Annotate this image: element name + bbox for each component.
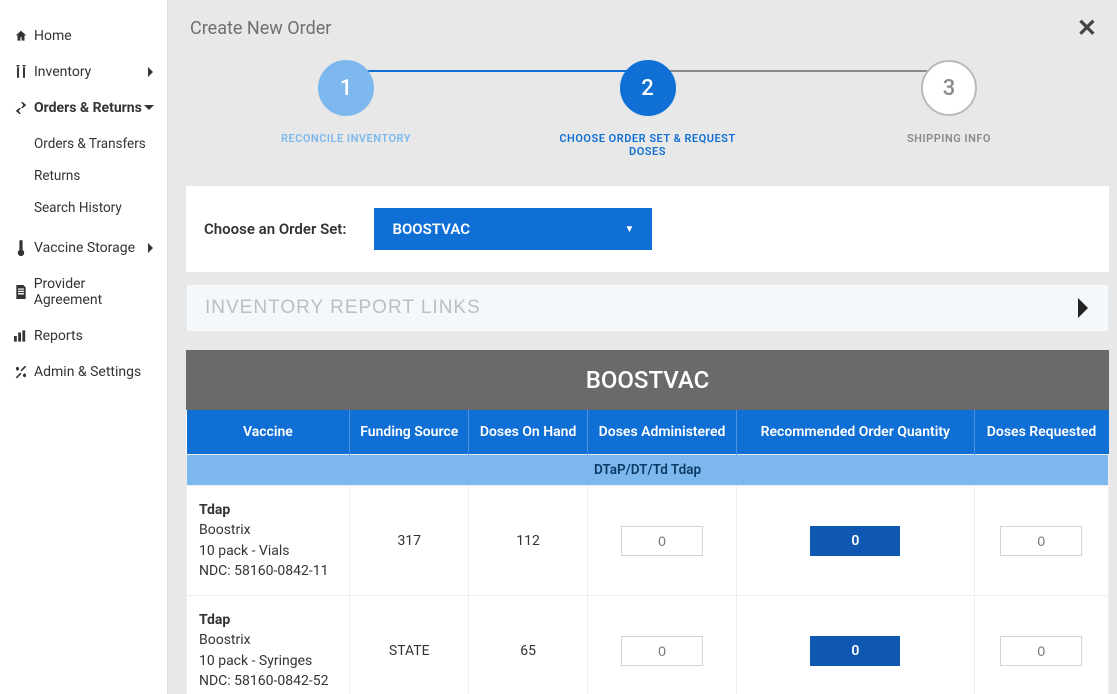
sidebar-item-admin-settings[interactable]: Admin & Settings — [0, 354, 167, 390]
step-circle: 1 — [318, 60, 374, 116]
doses-on-hand: 65 — [469, 596, 588, 694]
col-recommended-qty: Recommended Order Quantity — [737, 410, 975, 455]
recommended-qty-cell: 0 — [737, 486, 975, 596]
vial-icon — [12, 65, 30, 79]
table-title: BOOSTVAC — [186, 350, 1109, 410]
chart-icon — [12, 330, 30, 342]
col-doses-administered: Doses Administered — [587, 410, 736, 455]
vaccine-cell: Tdap Boostrix 10 pack - Syringes NDC: 58… — [187, 596, 350, 694]
sidebar-item-label: Orders & Returns — [34, 100, 142, 116]
chevron-right-icon — [1076, 298, 1090, 318]
step-circle: 2 — [620, 60, 676, 116]
sidebar-sub-label: Returns — [34, 168, 80, 184]
vaccine-ndc: NDC: 58160-0842-52 — [199, 671, 339, 691]
chevron-down-icon — [143, 104, 155, 112]
document-icon — [12, 285, 30, 299]
order-set-dropdown[interactable]: BOOSTVAC ▼ — [374, 208, 652, 250]
doses-administered — [587, 486, 736, 596]
step-reconcile-inventory[interactable]: 1 RECONCILE INVENTORY — [246, 60, 446, 145]
col-doses-requested: Doses Requested — [974, 410, 1108, 455]
sidebar-item-label: Admin & Settings — [34, 364, 141, 380]
sidebar-item-reports[interactable]: Reports — [0, 318, 167, 354]
doses-requested-input[interactable] — [1000, 526, 1082, 556]
sidebar-item-vaccine-storage[interactable]: Vaccine Storage — [0, 230, 167, 266]
chevron-right-icon — [147, 242, 155, 254]
table-group-row: DTaP/DT/Td Tdap — [187, 455, 1109, 486]
sidebar-item-home[interactable]: Home — [0, 18, 167, 54]
doses-administered-input[interactable] — [621, 526, 703, 556]
stepper: 1 RECONCILE INVENTORY 2 CHOOSE ORDER SET… — [186, 42, 1109, 186]
main-content: Create New Order ✕ 1 RECONCILE INVENTORY… — [168, 0, 1117, 694]
table-header-row: Vaccine Funding Source Doses On Hand Dos… — [187, 410, 1109, 455]
vaccine-brand: Boostrix — [199, 520, 339, 540]
recommended-qty-badge[interactable]: 0 — [810, 526, 900, 556]
sidebar-item-inventory[interactable]: Inventory — [0, 54, 167, 90]
accordion-title: INVENTORY REPORT LINKS — [205, 297, 481, 319]
dropdown-selected: BOOSTVAC — [392, 220, 470, 238]
step-choose-order-set[interactable]: 2 CHOOSE ORDER SET & REQUEST DOSES — [548, 60, 748, 158]
vaccine-brand: Boostrix — [199, 630, 339, 650]
sidebar-item-label: Provider Agreement — [34, 276, 155, 308]
table-row: Tdap Boostrix 10 pack - Syringes NDC: 58… — [187, 596, 1109, 694]
inventory-report-links-accordion[interactable]: INVENTORY REPORT LINKS — [186, 284, 1109, 332]
sidebar-subnav-orders: Orders & Transfers Returns Search Histor… — [0, 126, 167, 230]
vaccine-pack: 10 pack - Vials — [199, 541, 339, 561]
vaccine-name: Tdap — [199, 610, 339, 630]
doses-requested-input[interactable] — [1000, 636, 1082, 666]
order-set-label: Choose an Order Set: — [204, 220, 346, 238]
sidebar-sub-label: Search History — [34, 200, 122, 216]
step-label: CHOOSE ORDER SET & REQUEST DOSES — [548, 132, 748, 158]
transfer-icon — [12, 102, 30, 114]
doses-administered-input[interactable] — [621, 636, 703, 666]
recommended-qty-cell: 0 — [737, 596, 975, 694]
caret-down-icon: ▼ — [625, 224, 635, 235]
page-title: Create New Order — [190, 18, 331, 39]
sidebar-item-orders-returns[interactable]: Orders & Returns — [0, 90, 167, 126]
close-icon[interactable]: ✕ — [1077, 14, 1101, 42]
sidebar-item-label: Inventory — [34, 64, 91, 80]
col-vaccine: Vaccine — [187, 410, 350, 455]
doses-requested-cell — [974, 596, 1108, 694]
group-label: DTaP/DT/Td Tdap — [187, 455, 1109, 486]
stepper-connector — [660, 70, 970, 72]
sidebar-sub-label: Orders & Transfers — [34, 136, 146, 152]
step-shipping-info[interactable]: 3 SHIPPING INFO — [849, 60, 1049, 145]
chevron-right-icon — [147, 66, 155, 78]
doses-administered — [587, 596, 736, 694]
sidebar-item-orders-transfers[interactable]: Orders & Transfers — [0, 128, 167, 160]
sidebar: Home Inventory Orders & Returns Orders &… — [0, 0, 168, 694]
step-circle: 3 — [921, 60, 977, 116]
stepper-connector — [326, 70, 636, 72]
step-label: SHIPPING INFO — [907, 132, 991, 145]
doses-requested-cell — [974, 486, 1108, 596]
sidebar-item-search-history[interactable]: Search History — [0, 192, 167, 224]
funding-source: STATE — [350, 596, 469, 694]
thermometer-icon — [12, 240, 30, 256]
sidebar-item-label: Reports — [34, 328, 83, 344]
sidebar-item-label: Vaccine Storage — [34, 240, 135, 256]
col-funding-source: Funding Source — [350, 410, 469, 455]
table-row: Tdap Boostrix 10 pack - Vials NDC: 58160… — [187, 486, 1109, 596]
home-icon — [12, 29, 30, 43]
col-doses-on-hand: Doses On Hand — [469, 410, 588, 455]
tools-icon — [12, 365, 30, 379]
order-table: BOOSTVAC Vaccine Funding Source Doses On… — [186, 350, 1109, 694]
vaccine-name: Tdap — [199, 500, 339, 520]
recommended-qty-badge[interactable]: 0 — [810, 636, 900, 666]
vaccine-ndc: NDC: 58160-0842-11 — [199, 561, 339, 581]
sidebar-item-returns[interactable]: Returns — [0, 160, 167, 192]
funding-source: 317 — [350, 486, 469, 596]
page-header: Create New Order ✕ — [186, 0, 1109, 42]
vaccine-pack: 10 pack - Syringes — [199, 651, 339, 671]
doses-on-hand: 112 — [469, 486, 588, 596]
step-label: RECONCILE INVENTORY — [281, 132, 411, 145]
order-set-panel: Choose an Order Set: BOOSTVAC ▼ — [186, 186, 1109, 272]
vaccine-cell: Tdap Boostrix 10 pack - Vials NDC: 58160… — [187, 486, 350, 596]
sidebar-item-label: Home — [34, 28, 72, 44]
sidebar-item-provider-agreement[interactable]: Provider Agreement — [0, 266, 167, 318]
